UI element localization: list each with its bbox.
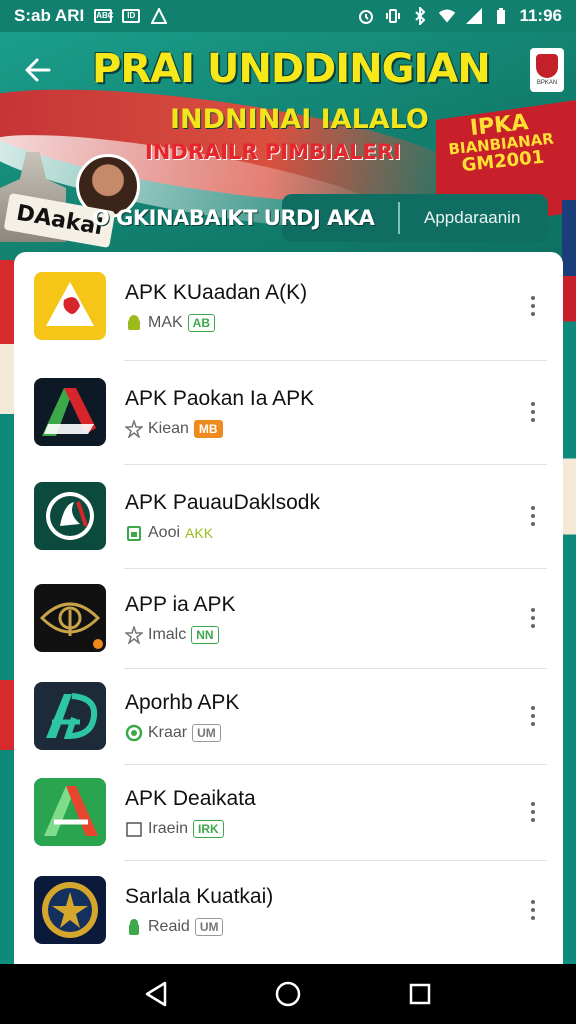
more-vert-icon [531,706,535,726]
app-list-item[interactable]: APK PauauDaklsodk Aooi AKK [14,464,563,568]
app-list-item[interactable]: APK Paokan Ia APK Kiean MB [14,360,563,464]
alarm-icon [357,8,375,24]
app-name: APK Deaikata [125,786,256,810]
app-category: Aooi [148,523,181,541]
app-list-item[interactable]: Sarlala Kuatkai) Reaid UM [14,860,563,960]
vibrate-icon [384,8,402,24]
battery-icon [125,524,143,542]
side-decoration-right [562,200,576,960]
notification-icon: ABC [94,9,114,23]
box-icon [125,820,143,838]
banner-subtitle-2: INDRAILR PIMBIALERI [145,140,401,164]
category-button-label: Appdaraanin [424,208,521,227]
app-name: APK PauauDaklsodk [125,490,320,514]
app-name: Aporhb APK [125,690,240,714]
app-icon [34,876,106,944]
triangle-notification-icon [150,8,168,24]
more-options-button[interactable] [515,284,551,328]
status-time: 11:96 [519,6,562,25]
app-icon [34,778,106,846]
bluetooth-icon [411,7,429,25]
nav-home-button[interactable] [266,972,310,1016]
signal-icon [465,8,483,24]
app-list-item[interactable]: APP ia APK Imalc NN [14,568,563,668]
more-vert-icon [531,900,535,920]
recents-square-icon [409,983,431,1005]
more-options-button[interactable] [515,790,551,834]
app-list-item[interactable]: Aporhb APK Kraar UM [14,668,563,764]
category-bar: O GKINABAIKT URDJ AKA Appdaraanin [54,194,548,242]
nav-recents-button[interactable] [398,972,442,1016]
app-category: Kiean [148,419,189,437]
more-options-button[interactable] [515,596,551,640]
app-tag: UM [194,917,224,936]
app-category: MAK [148,313,183,331]
app-icon [34,584,106,652]
app-name: APK KUaadan A(K) [125,280,308,304]
banner-badge: IPKA BIANBIANAR GM2001 [447,110,555,177]
app-name: Sarlala Kuatkai) [125,884,274,908]
app-icon [34,682,106,750]
side-decoration-left [0,260,14,960]
header-banner: DAakal PRAI UNDDINGIAN INDNINAI IALALO I… [0,32,576,262]
app-icon [34,272,106,340]
app-tag: NN [191,625,219,644]
more-vert-icon [531,802,535,822]
more-options-button[interactable] [515,494,551,538]
app-list-item[interactable]: APK Deaikata Iraein IRK [14,764,563,860]
app-icon [34,482,106,550]
android-icon [125,724,143,742]
status-carrier-text: S:ab ARI [14,6,85,25]
app-tag: MB [193,419,223,438]
app-tag: AKK [185,524,214,541]
system-nav-bar [0,964,576,1024]
app-tag: AB [187,313,216,332]
nav-back-button[interactable] [134,972,178,1016]
app-category: Iraein [148,819,189,837]
more-vert-icon [531,296,535,316]
status-bar: S:ab ARI ABC ID 11:96 [0,0,576,32]
android-icon [125,314,143,332]
android-icon [125,918,143,936]
wifi-icon [438,8,456,24]
app-tag: UM [192,723,221,742]
more-options-button[interactable] [515,888,551,932]
more-options-button[interactable] [515,694,551,738]
app-list: APK KUaadan A(K) MAK AB APK Paokan Ia AP… [14,252,563,964]
banner-subtitle: INDNINAI IALALO [170,104,429,135]
app-icon [34,378,106,446]
app-list-item[interactable]: APK KUaadan A(K) MAK AB [14,252,563,360]
app-category: Kraar [148,723,188,741]
banner-title: PRAI UNDDINGIAN [92,46,491,92]
back-arrow-icon [25,58,51,82]
home-circle-icon [275,981,301,1007]
app-name: APP ia APK [125,592,236,616]
app-category: Reaid [148,917,190,935]
star-icon [125,419,143,438]
back-triangle-icon [145,981,167,1007]
app-category: Imalc [148,625,187,643]
shield-icon [536,54,558,78]
more-vert-icon [531,402,535,422]
back-button[interactable] [18,50,58,90]
app-name: APK Paokan Ia APK [125,386,315,410]
more-vert-icon [531,608,535,628]
category-title: O GKINABAIKT URDJ AKA [92,206,375,230]
more-vert-icon [531,506,535,526]
battery-icon [492,8,510,24]
app-tag: IRK [193,819,224,838]
notification-icon-2: ID [122,9,141,23]
emblem-logo: BPKAN [530,48,564,92]
divider [398,202,400,234]
more-options-button[interactable] [515,390,551,434]
star-icon [125,625,143,644]
